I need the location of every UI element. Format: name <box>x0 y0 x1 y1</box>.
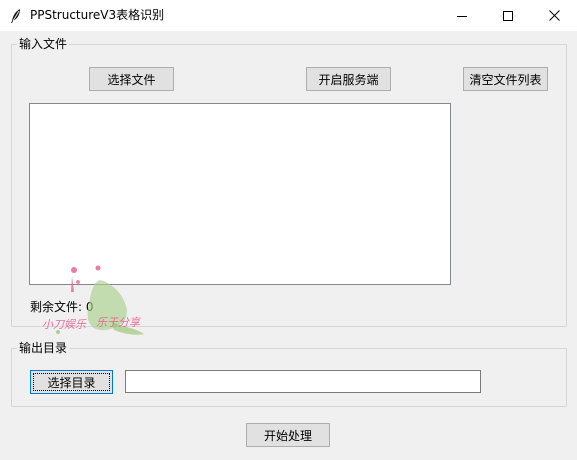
input-files-label: 输入文件 <box>17 37 70 51</box>
output-dir-label: 输出目录 <box>17 341 70 355</box>
output-dir-input[interactable] <box>125 370 481 393</box>
title-bar: PPStructureV3表格识别 <box>0 0 577 32</box>
close-button[interactable] <box>531 0 577 31</box>
minimize-icon <box>457 15 467 17</box>
start-service-button[interactable]: 开启服务端 <box>306 67 391 91</box>
close-icon <box>548 10 560 21</box>
window-title: PPStructureV3表格识别 <box>30 8 165 22</box>
select-dir-button[interactable]: 选择目录 <box>30 370 113 394</box>
maximize-button[interactable] <box>485 0 531 31</box>
clear-file-list-button[interactable]: 清空文件列表 <box>463 67 548 91</box>
maximize-icon <box>503 10 513 21</box>
remaining-files-label: 剩余文件: 0 <box>30 300 94 314</box>
start-processing-button[interactable]: 开始处理 <box>246 423 330 447</box>
select-files-button[interactable]: 选择文件 <box>89 67 174 91</box>
minimize-button[interactable] <box>439 0 485 31</box>
file-listbox[interactable] <box>29 103 451 285</box>
feather-icon <box>11 9 20 23</box>
